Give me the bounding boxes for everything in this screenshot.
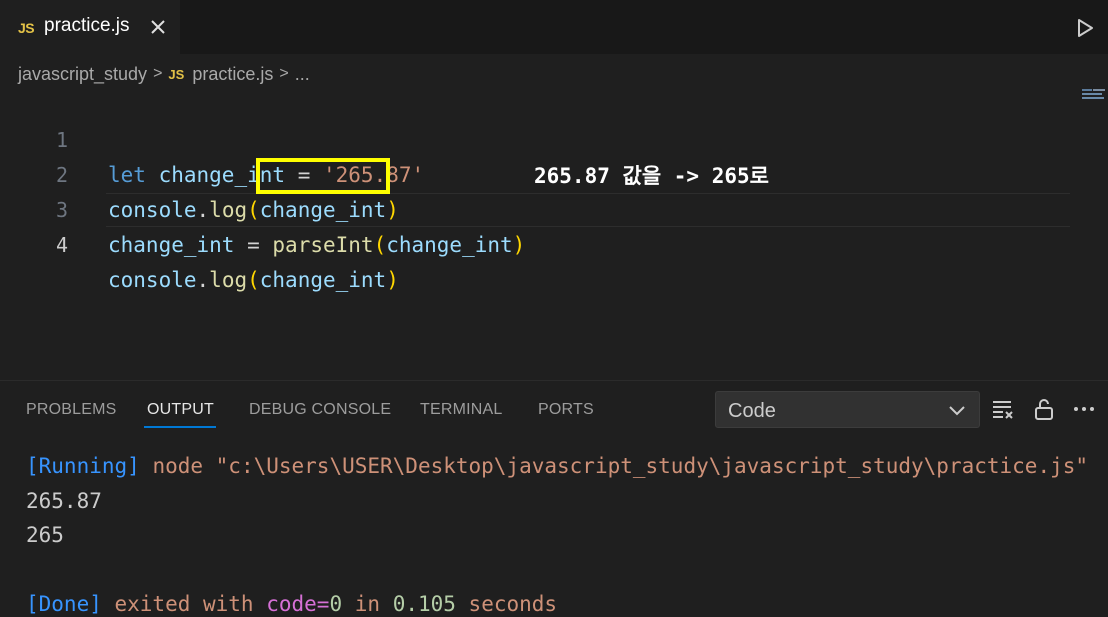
done-text: in [342, 592, 393, 616]
running-command: node "c:\Users\USER\Desktop\javascript_s… [139, 454, 1089, 478]
js-file-icon: JS [18, 20, 35, 36]
more-icon[interactable] [1072, 397, 1096, 421]
output-line-result: 265.87 [26, 488, 102, 513]
play-icon[interactable] [1074, 17, 1096, 39]
done-text: seconds [455, 592, 558, 616]
tab-problems[interactable]: PROBLEMS [26, 401, 117, 419]
breadcrumb: javascript_study > JS practice.js > ... [18, 62, 310, 86]
vscode-window: JS practice.js javascript_study > JS pra… [0, 0, 1108, 617]
tab-practice-js[interactable]: JS practice.js [0, 0, 180, 54]
line-number: 4 [55, 233, 68, 257]
running-tag: [Running] [26, 454, 140, 478]
tab-terminal[interactable]: TERMINAL [420, 401, 503, 419]
output-line-running: [Running] node "c:\Users\USER\Desktop\ja… [26, 449, 1088, 484]
chevron-down-icon [949, 406, 965, 416]
js-file-icon: JS [168, 66, 185, 82]
panel-tabs: PROBLEMS OUTPUT DEBUG CONSOLE TERMINAL P… [0, 381, 700, 437]
breadcrumb-more[interactable]: ... [295, 64, 310, 85]
active-tab-indicator [144, 426, 216, 428]
output-channel-select[interactable]: Code [715, 391, 980, 428]
operator: . [196, 268, 210, 292]
variable: change_int [108, 233, 235, 257]
output-line-done: [Done] exited with code=0 in 0.105 secon… [26, 587, 1088, 617]
operator: = [247, 233, 260, 257]
code-editor[interactable]: 1 let change_int = '265.87' 2 console.lo… [0, 88, 1108, 380]
paren: ) [386, 268, 399, 292]
output-line-result: 265 [26, 523, 64, 547]
breadcrumb-file[interactable]: practice.js [192, 64, 273, 85]
unlock-icon[interactable] [1032, 397, 1056, 421]
variable: change_int [259, 268, 387, 292]
tab-debug-console[interactable]: DEBUG CONSOLE [249, 401, 391, 419]
tab-bar: JS practice.js [0, 0, 1108, 54]
done-code-value: 0 [329, 592, 343, 616]
tab-title: practice.js [44, 15, 130, 36]
function-name: log [209, 268, 248, 292]
paren: ) [512, 233, 526, 257]
variable: change_int [386, 233, 513, 257]
breadcrumb-folder[interactable]: javascript_study [18, 64, 147, 85]
code-line: 1 let change_int = '265.87' [0, 88, 1108, 187]
close-icon[interactable] [148, 15, 168, 39]
paren: ( [247, 268, 260, 292]
chevron-right-icon: > [153, 65, 163, 82]
output-channel-value: Code [728, 400, 776, 422]
code-line: 2 console.log(change_int) [0, 123, 1108, 222]
done-time: 0.105 [392, 592, 456, 616]
function-name: parseInt [272, 233, 374, 257]
done-text: exited with [101, 592, 267, 616]
object: console [108, 268, 197, 292]
parseint-highlight-box [256, 158, 390, 194]
output-log: [Running] node "c:\Users\USER\Desktop\ja… [26, 449, 1088, 617]
bottom-panel: PROBLEMS OUTPUT DEBUG CONSOLE TERMINAL P… [0, 380, 1108, 617]
tab-ports[interactable]: PORTS [538, 401, 594, 419]
annotation-text: 265.87 값을 -> 265로 [534, 164, 769, 188]
done-tag: [Done] [26, 592, 102, 616]
paren: ( [373, 233, 387, 257]
output-line-blank [26, 553, 1088, 588]
code-line: 4 console.log(change_int) [0, 193, 1108, 292]
done-code-label: code= [266, 592, 330, 616]
tab-output[interactable]: OUTPUT [147, 401, 214, 419]
clear-output-icon[interactable] [991, 397, 1015, 421]
chevron-right-icon: > [279, 65, 289, 82]
